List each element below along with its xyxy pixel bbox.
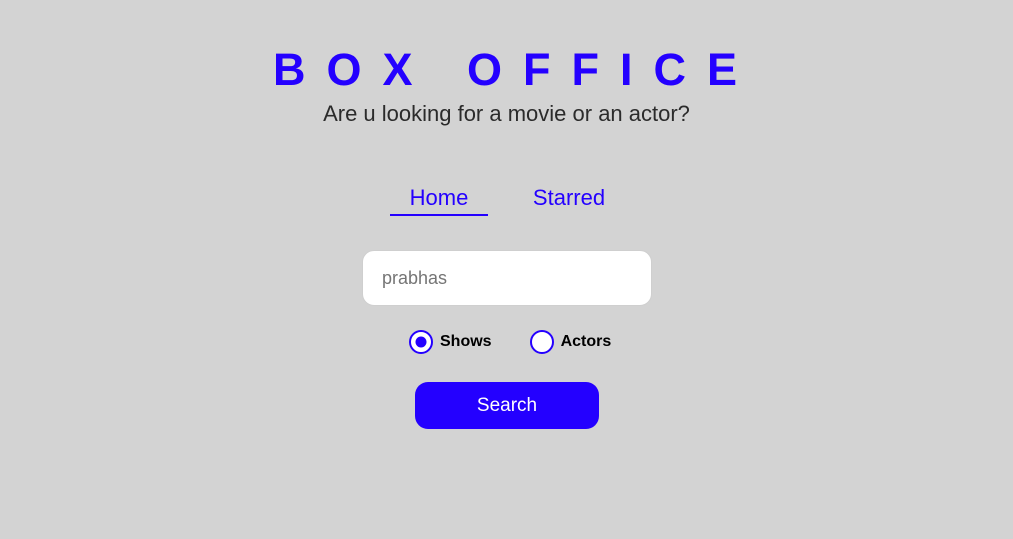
nav-link-starred[interactable]: Starred xyxy=(532,182,606,214)
main-nav: Home Starred xyxy=(390,182,606,216)
radio-button-shows[interactable] xyxy=(409,330,433,354)
radio-button-actors[interactable] xyxy=(529,330,554,354)
search-box xyxy=(362,250,652,306)
page-title: BOX OFFICE xyxy=(272,44,758,95)
radio-option-actors[interactable]: Actors xyxy=(529,330,612,354)
search-button[interactable]: Search xyxy=(415,382,599,429)
search-type-radio-group: Shows Actors xyxy=(409,330,611,354)
app-header: BOX OFFICE Are u looking for a movie or … xyxy=(0,44,1013,129)
search-input[interactable] xyxy=(362,250,652,306)
nav-link-home[interactable]: Home xyxy=(390,182,488,216)
radio-label-shows: Shows xyxy=(440,333,492,350)
radio-label-actors: Actors xyxy=(560,333,612,350)
radio-option-shows[interactable]: Shows xyxy=(409,330,492,354)
page-subtitle: Are u looking for a movie or an actor? xyxy=(323,101,690,126)
